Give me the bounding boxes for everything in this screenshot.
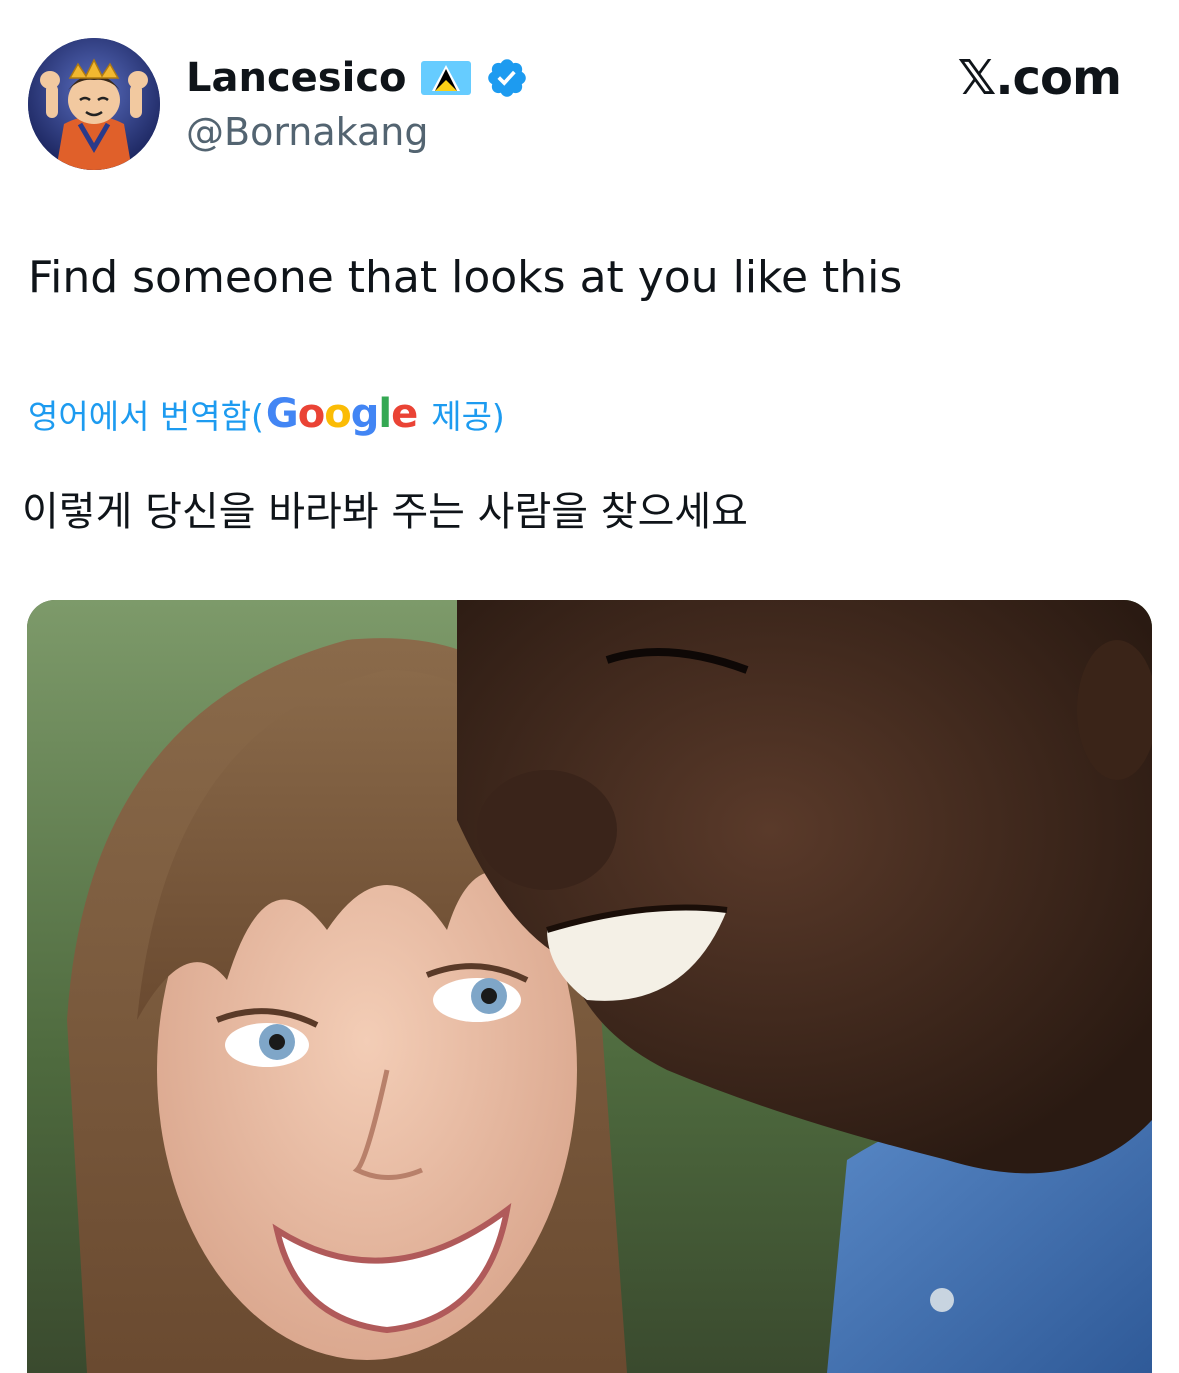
translation-prefix: 영어에서 번역함(	[28, 397, 264, 436]
google-letter: e	[391, 391, 418, 437]
author-name-row: Lancesico	[186, 50, 529, 106]
google-letter: o	[324, 391, 352, 437]
tweet-media-photo[interactable]	[27, 600, 1152, 1373]
cartoon-avatar-icon	[28, 38, 160, 170]
translation-attribution[interactable]: 영어에서 번역함( G o o g l e 제공)	[28, 386, 505, 442]
translated-tweet-text: 이렇게 당신을 바라봐 주는 사람을 찾으세요	[22, 489, 748, 535]
author-avatar[interactable]	[28, 38, 160, 170]
author-display-name[interactable]: Lancesico	[186, 58, 407, 98]
google-letter: l	[378, 391, 392, 437]
verified-badge-icon	[485, 56, 529, 100]
site-label: 𝕏.com	[957, 50, 1122, 106]
photo-couple-illustration	[27, 600, 1152, 1373]
google-letter: o	[297, 391, 326, 437]
google-letter: G	[265, 391, 299, 437]
translation-suffix: 제공)	[431, 397, 505, 436]
saint-lucia-flag-icon	[420, 61, 471, 95]
google-letter: g	[350, 391, 380, 437]
google-logo: G o o g l e	[265, 391, 418, 437]
author-handle[interactable]: @Bornakang	[186, 108, 428, 156]
tweet-text: Find someone that looks at you like this	[28, 252, 903, 303]
